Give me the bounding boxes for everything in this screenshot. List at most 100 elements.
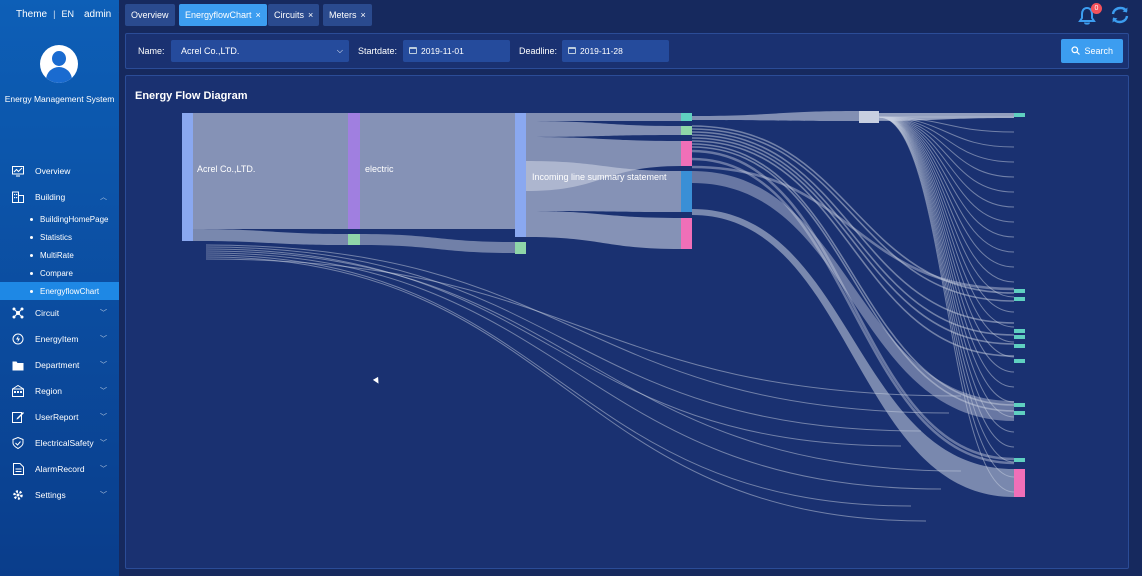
sankey-link — [878, 116, 1015, 298]
sankey-node — [348, 234, 360, 245]
close-icon[interactable]: × — [308, 10, 313, 20]
refresh-icon[interactable] — [1110, 5, 1130, 25]
sidebar-item-department[interactable]: Department ﹀ — [0, 352, 119, 378]
sankey-node — [681, 126, 692, 135]
avatar — [40, 45, 78, 83]
deadline-input[interactable]: 2019-11-28 — [562, 40, 669, 62]
sidebar-subitem-label: Compare — [40, 268, 73, 278]
sankey-node — [515, 113, 526, 237]
sankey-node — [681, 113, 692, 121]
tab-label: Circuits — [274, 10, 305, 20]
sidebar-item-label: Circuit — [35, 308, 60, 318]
sidebar-item-label: AlarmRecord — [35, 464, 85, 474]
sidebar-item-region[interactable]: Region ﹀ — [0, 378, 119, 404]
deadline-value: 2019-11-28 — [580, 46, 623, 56]
name-label: Name: — [138, 46, 165, 56]
tab-circuits[interactable]: Circuits × — [268, 4, 320, 26]
chevron-down-icon: ﹀ — [100, 492, 107, 499]
chevron-down-icon: ﹀ — [100, 362, 107, 369]
chevron-down-icon: ﹀ — [100, 440, 107, 447]
chevron-down-icon: ﹀ — [100, 310, 107, 317]
gear-icon — [12, 489, 24, 501]
sidebar-subitem-multirate[interactable]: MultiRate — [0, 246, 119, 264]
sankey-node-label-incoming: Incoming line summary statement — [532, 172, 667, 182]
sankey-link — [692, 111, 859, 121]
name-select[interactable]: Acrel Co.,LTD. ⌵ — [171, 40, 349, 62]
sidebar-subitem-label: BuildingHomePage — [40, 214, 109, 224]
sidebar-item-settings[interactable]: Settings ﹀ — [0, 482, 119, 508]
filter-panel: Name: Acrel Co.,LTD. ⌵ Startdate: 2019-1… — [125, 33, 1129, 69]
energy-flow-panel: Energy Flow Diagram Acrel Co.,LTD. electr… — [125, 75, 1129, 569]
sankey-node — [1014, 289, 1025, 293]
sankey-link — [878, 116, 1015, 253]
chevron-down-icon: ﹀ — [100, 336, 107, 343]
sidebar-item-label: Building — [35, 192, 66, 202]
system-name: Energy Management System — [4, 94, 115, 104]
tab-label: Overview — [131, 10, 169, 20]
deadline-label: Deadline: — [519, 46, 558, 56]
tabs-bar: Overview EnergyflowChart × Circuits × Me… — [119, 0, 1142, 30]
sidebar-item-overview[interactable]: Overview — [0, 158, 119, 184]
sankey-link — [360, 234, 515, 253]
sidebar-subitem-compare[interactable]: Compare — [0, 264, 119, 282]
sidebar-subitem-statistics[interactable]: Statistics — [0, 228, 119, 246]
startdate-value: 2019-11-01 — [421, 46, 464, 56]
sankey-node-label-root: Acrel Co.,LTD. — [197, 164, 255, 174]
language-toggle[interactable]: EN — [61, 9, 74, 19]
sankey-link — [871, 113, 1014, 121]
sidebar-item-label: ElectricalSafety — [35, 438, 94, 448]
startdate-input[interactable]: 2019-11-01 — [403, 40, 510, 62]
sidebar-subitem-buildinghomepage[interactable]: BuildingHomePage — [0, 210, 119, 228]
sidebar-item-circuit[interactable]: Circuit ﹀ — [0, 300, 119, 326]
sankey-diagram: Acrel Co.,LTD. electric Incoming line summ… — [182, 111, 1025, 522]
sankey-link — [205, 248, 902, 447]
document-icon — [12, 463, 24, 475]
search-icon — [1071, 46, 1080, 55]
chevron-down-icon: ﹀ — [100, 414, 107, 421]
sankey-link — [878, 116, 1015, 238]
tab-label: Meters — [329, 10, 357, 20]
sankey-link — [878, 116, 1015, 343]
tab-energyflowchart[interactable]: EnergyflowChart × — [179, 4, 267, 26]
user-name[interactable]: admin — [84, 9, 111, 20]
sankey-node — [515, 242, 526, 254]
sankey-node — [1014, 344, 1025, 348]
startdate-label: Startdate: — [358, 46, 398, 56]
shield-icon — [12, 437, 24, 449]
name-select-value: Acrel Co.,LTD. — [181, 46, 240, 56]
theme-separator: | — [53, 9, 56, 19]
sidebar-item-building[interactable]: Building ︿ — [0, 184, 119, 210]
sankey-node — [182, 113, 193, 241]
notification-badge: 0 — [1091, 3, 1102, 14]
chevron-down-icon: ⌵ — [336, 46, 343, 55]
sidebar-item-userreport[interactable]: UserReport ﹀ — [0, 404, 119, 430]
circuit-icon — [12, 307, 24, 319]
search-button[interactable]: Search — [1061, 39, 1123, 63]
theme-toggle[interactable]: Theme — [16, 9, 47, 20]
folder-icon — [12, 359, 24, 371]
sidebar-subitem-energyflowchart[interactable]: EnergyflowChart — [0, 282, 119, 300]
sidebar-item-electricalsafety[interactable]: ElectricalSafety ﹀ — [0, 430, 119, 456]
sidebar-subitem-label: MultiRate — [40, 250, 74, 260]
sidebar-item-label: Region — [35, 386, 62, 396]
sankey-node — [348, 113, 360, 229]
sidebar-item-alarmrecord[interactable]: AlarmRecord ﹀ — [0, 456, 119, 482]
close-icon[interactable]: × — [256, 10, 261, 20]
chevron-down-icon: ﹀ — [100, 466, 107, 473]
tab-meters[interactable]: Meters × — [323, 4, 372, 26]
sankey-link — [193, 229, 348, 245]
close-icon[interactable]: × — [361, 10, 366, 20]
sankey-link — [878, 116, 1015, 283]
chevron-down-icon: ﹀ — [100, 388, 107, 395]
sankey-link — [205, 246, 922, 432]
sidebar-item-label: Department — [35, 360, 80, 370]
sidebar-topbar: Theme | EN admin ▼ — [0, 0, 125, 28]
sankey-node — [1014, 403, 1025, 407]
sankey-node — [1014, 297, 1025, 301]
tab-label: EnergyflowChart — [185, 10, 252, 20]
sidebar-subitem-label: EnergyflowChart — [40, 286, 100, 296]
monitor-icon — [12, 165, 24, 177]
tab-overview[interactable]: Overview — [125, 4, 175, 26]
sidebar-item-energyitem[interactable]: EnergyItem ﹀ — [0, 326, 119, 352]
sankey-node — [859, 111, 879, 123]
